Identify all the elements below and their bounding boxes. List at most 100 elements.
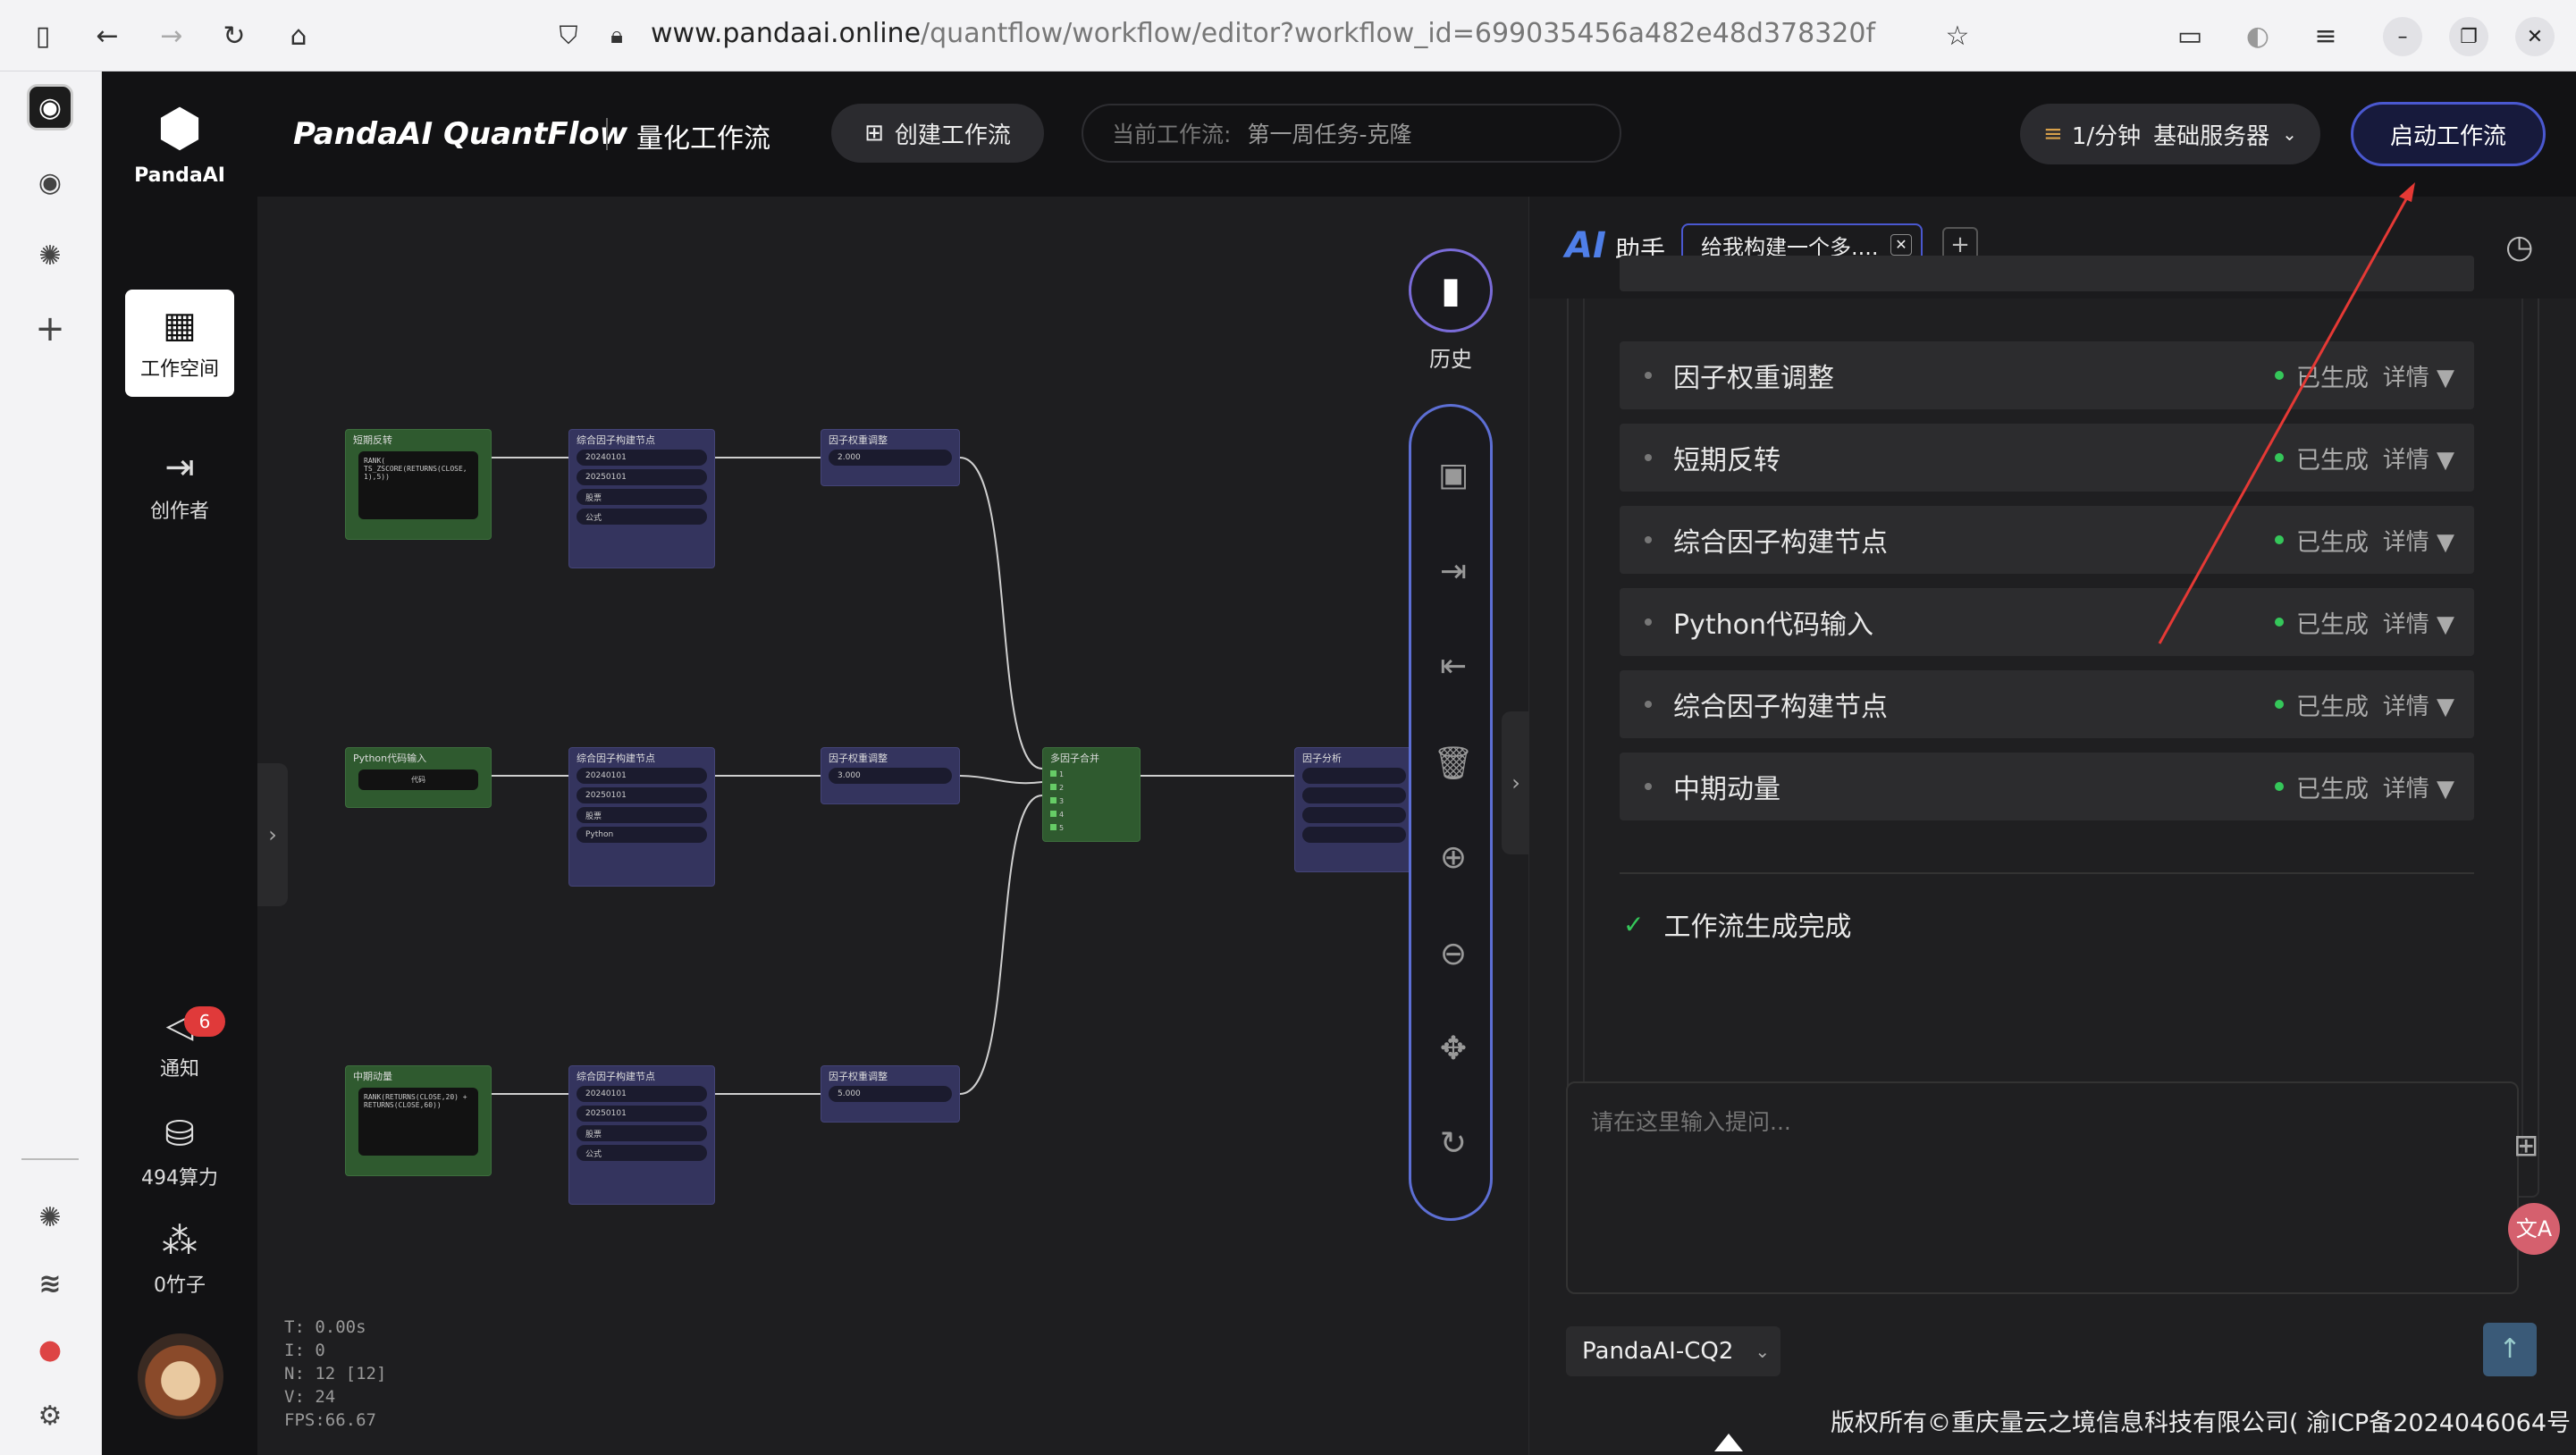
node-combo-factor-1[interactable]: 综合因子构建节点 20240101 20250101 股票 公式 bbox=[568, 429, 715, 568]
url-bar[interactable]: www.pandaai.online/quantflow/workflow/ed… bbox=[651, 18, 1875, 49]
openai-icon[interactable]: ✺ bbox=[27, 232, 73, 279]
reader-view-icon[interactable]: ▭ bbox=[2170, 16, 2210, 55]
colorful-app-icon[interactable]: ● bbox=[27, 1326, 73, 1373]
task-detail-toggle[interactable]: 详情 ▼ bbox=[2383, 359, 2454, 392]
task-detail-toggle[interactable]: 详情 ▼ bbox=[2383, 524, 2454, 557]
code-box[interactable]: 代码 bbox=[358, 770, 478, 790]
nav-creator[interactable]: ⇥ 创作者 bbox=[125, 447, 234, 524]
factor-type-row[interactable]: 股票 bbox=[577, 807, 707, 823]
translate-icon[interactable]: 文A bbox=[2508, 1203, 2560, 1255]
task-row[interactable]: 因子权重调整 已生成 详情 ▼ bbox=[1620, 341, 2474, 409]
trash-icon[interactable]: 🗑︎ bbox=[1411, 744, 1495, 782]
node-multi-factor-merge[interactable]: 多因子合并 12345 bbox=[1042, 747, 1141, 842]
create-workflow-button[interactable]: ⊞ 创建工作流 bbox=[831, 104, 1044, 163]
prompt-input-box[interactable] bbox=[1566, 1081, 2519, 1294]
prompt-textarea[interactable] bbox=[1568, 1083, 2517, 1292]
zoom-out-icon[interactable]: ⊖ bbox=[1411, 936, 1495, 972]
factor-type-row[interactable]: 股票 bbox=[577, 489, 707, 505]
bamboo-label: 0竹子 bbox=[154, 1274, 206, 1297]
node-weight-2[interactable]: 因子权重调整 3.000 bbox=[821, 747, 960, 804]
node-combo-factor-2[interactable]: 综合因子构建节点 20240101 20250101 股票 Python bbox=[568, 747, 715, 887]
node-combo-factor-3[interactable]: 综合因子构建节点 20240101 20250101 股票 公式 bbox=[568, 1065, 715, 1205]
task-row[interactable]: 短期反转 已生成 详情 ▼ bbox=[1620, 424, 2474, 492]
end-date-row[interactable]: 20250101 bbox=[577, 1106, 707, 1122]
code-box[interactable]: RANK(RETURNS(CLOSE,20) + RETURNS(CLOSE,6… bbox=[358, 1088, 478, 1156]
add-icon[interactable]: + bbox=[27, 306, 73, 352]
weight-row[interactable]: 3.000 bbox=[829, 768, 952, 784]
weight-row[interactable]: 2.000 bbox=[829, 450, 952, 466]
extension-icon[interactable]: ◐ bbox=[2238, 16, 2277, 55]
left-collapse-handle[interactable]: › bbox=[257, 763, 288, 906]
home-icon[interactable]: ⌂ bbox=[279, 16, 318, 55]
start-date-row[interactable]: 20240101 bbox=[577, 1086, 707, 1102]
node-mid-momentum[interactable]: 中期动量 RANK(RETURNS(CLOSE,20) + RETURNS(CL… bbox=[345, 1065, 492, 1176]
encode-row[interactable]: 公式 bbox=[577, 1145, 707, 1161]
node-short-reversal[interactable]: 短期反转 RANK( TS_ZSCORE(RETURNS(CLOSE, 1),5… bbox=[345, 429, 492, 540]
model-selector[interactable]: PandaAI-CQ2 ⌄ bbox=[1566, 1326, 1780, 1376]
node-factor-analysis[interactable]: 因子分析 bbox=[1294, 747, 1414, 872]
task-row[interactable]: 综合因子构建节点 已生成 详情 ▼ bbox=[1620, 506, 2474, 574]
task-detail-toggle[interactable]: 详情 ▼ bbox=[2383, 442, 2454, 475]
shield-icon[interactable]: ⛉ bbox=[549, 16, 588, 55]
bookmark-star-icon[interactable]: ☆ bbox=[1938, 16, 1977, 55]
analysis-row[interactable] bbox=[1302, 807, 1406, 823]
node-weight-1[interactable]: 因子权重调整 2.000 bbox=[821, 429, 960, 486]
task-detail-toggle[interactable]: 详情 ▼ bbox=[2383, 606, 2454, 639]
reload-icon[interactable]: ↻ bbox=[215, 16, 254, 55]
node-title: 因子分析 bbox=[1302, 753, 1342, 764]
pandaai-app-icon[interactable]: ◉ bbox=[27, 84, 73, 130]
menu-icon[interactable]: ≡ bbox=[2306, 16, 2345, 55]
analysis-row[interactable] bbox=[1302, 768, 1406, 784]
import-icon[interactable]: ⇤ bbox=[1411, 648, 1495, 685]
factor-type-row[interactable]: 股票 bbox=[577, 1125, 707, 1141]
minimize-icon[interactable]: – bbox=[2383, 17, 2422, 56]
task-row[interactable]: 综合因子构建节点 已生成 详情 ▼ bbox=[1620, 670, 2474, 738]
nav-workspace[interactable]: ▦ 工作空间 bbox=[125, 290, 234, 397]
send-button[interactable]: ↑ bbox=[2483, 1323, 2537, 1376]
code-box[interactable]: RANK( TS_ZSCORE(RETURNS(CLOSE, 1),5)) bbox=[358, 451, 478, 519]
chatgpt-icon[interactable]: ✺ bbox=[27, 1194, 73, 1241]
task-row[interactable]: Python代码输入 已生成 详情 ▼ bbox=[1620, 588, 2474, 656]
lock-icon[interactable]: 🔒︎ bbox=[597, 16, 636, 55]
encode-row[interactable]: Python bbox=[577, 827, 707, 843]
task-row[interactable]: 中期动量 已生成 详情 ▼ bbox=[1620, 753, 2474, 820]
server-selector[interactable]: ≡ 1/分钟 基础服务器 ⌄ bbox=[2020, 104, 2320, 164]
export-icon[interactable]: ⇥ bbox=[1411, 553, 1495, 590]
perplexity-icon[interactable]: ≋ bbox=[27, 1260, 73, 1307]
task-detail-toggle[interactable]: 详情 ▼ bbox=[2383, 688, 2454, 721]
close-tab-icon[interactable]: ✕ bbox=[1890, 234, 1912, 256]
node-python-input[interactable]: Python代码输入 代码 bbox=[345, 747, 492, 808]
settings-gear-icon[interactable]: ⚙ bbox=[27, 1392, 73, 1439]
history-clock-icon[interactable]: ◷ bbox=[2505, 229, 2533, 265]
nav-notify[interactable]: ◁ 通知 6 bbox=[125, 1005, 234, 1081]
restore-icon[interactable]: ❐ bbox=[2449, 17, 2488, 56]
pandaai-small-icon[interactable]: ◉ bbox=[27, 159, 73, 206]
start-date-row[interactable]: 20240101 bbox=[577, 450, 707, 466]
start-date-row[interactable]: 20240101 bbox=[577, 768, 707, 784]
workflow-canvas[interactable]: 短期反转 RANK( TS_ZSCORE(RETURNS(CLOSE, 1),5… bbox=[257, 197, 1528, 1455]
node-weight-3[interactable]: 因子权重调整 5.000 bbox=[821, 1065, 960, 1123]
analysis-row[interactable] bbox=[1302, 827, 1406, 843]
start-workflow-button[interactable]: 启动工作流 bbox=[2351, 102, 2546, 166]
task-detail-toggle[interactable]: 详情 ▼ bbox=[2383, 770, 2454, 803]
encode-row[interactable]: 公式 bbox=[577, 509, 707, 525]
move-icon[interactable]: ✥ bbox=[1411, 1030, 1495, 1067]
nav-bamboo[interactable]: ⁂ 0竹子 bbox=[125, 1221, 234, 1298]
weight-row[interactable]: 5.000 bbox=[829, 1086, 952, 1102]
history-button[interactable]: ▮ bbox=[1409, 248, 1493, 332]
zoom-in-icon[interactable]: ⊕ bbox=[1411, 839, 1495, 876]
reset-icon[interactable]: ↻ bbox=[1411, 1125, 1495, 1162]
analysis-row[interactable] bbox=[1302, 787, 1406, 803]
right-collapse-handle[interactable]: › bbox=[1502, 711, 1528, 854]
grid-add-icon[interactable]: ⊞ bbox=[2513, 1128, 2539, 1164]
current-workflow-field[interactable]: 当前工作流: 第一周任务-克隆 bbox=[1082, 104, 1621, 163]
nav-compute[interactable]: ⛁ 494算力 bbox=[125, 1114, 234, 1190]
forward-icon[interactable]: → bbox=[152, 16, 191, 55]
end-date-row[interactable]: 20250101 bbox=[577, 787, 707, 803]
close-icon[interactable]: ✕ bbox=[2515, 17, 2555, 56]
save-icon[interactable]: ▣ bbox=[1411, 457, 1495, 493]
back-icon[interactable]: ← bbox=[88, 16, 127, 55]
user-avatar[interactable] bbox=[138, 1333, 223, 1419]
sidebar-toggle-icon[interactable]: ▯ bbox=[23, 16, 63, 55]
end-date-row[interactable]: 20250101 bbox=[577, 469, 707, 485]
